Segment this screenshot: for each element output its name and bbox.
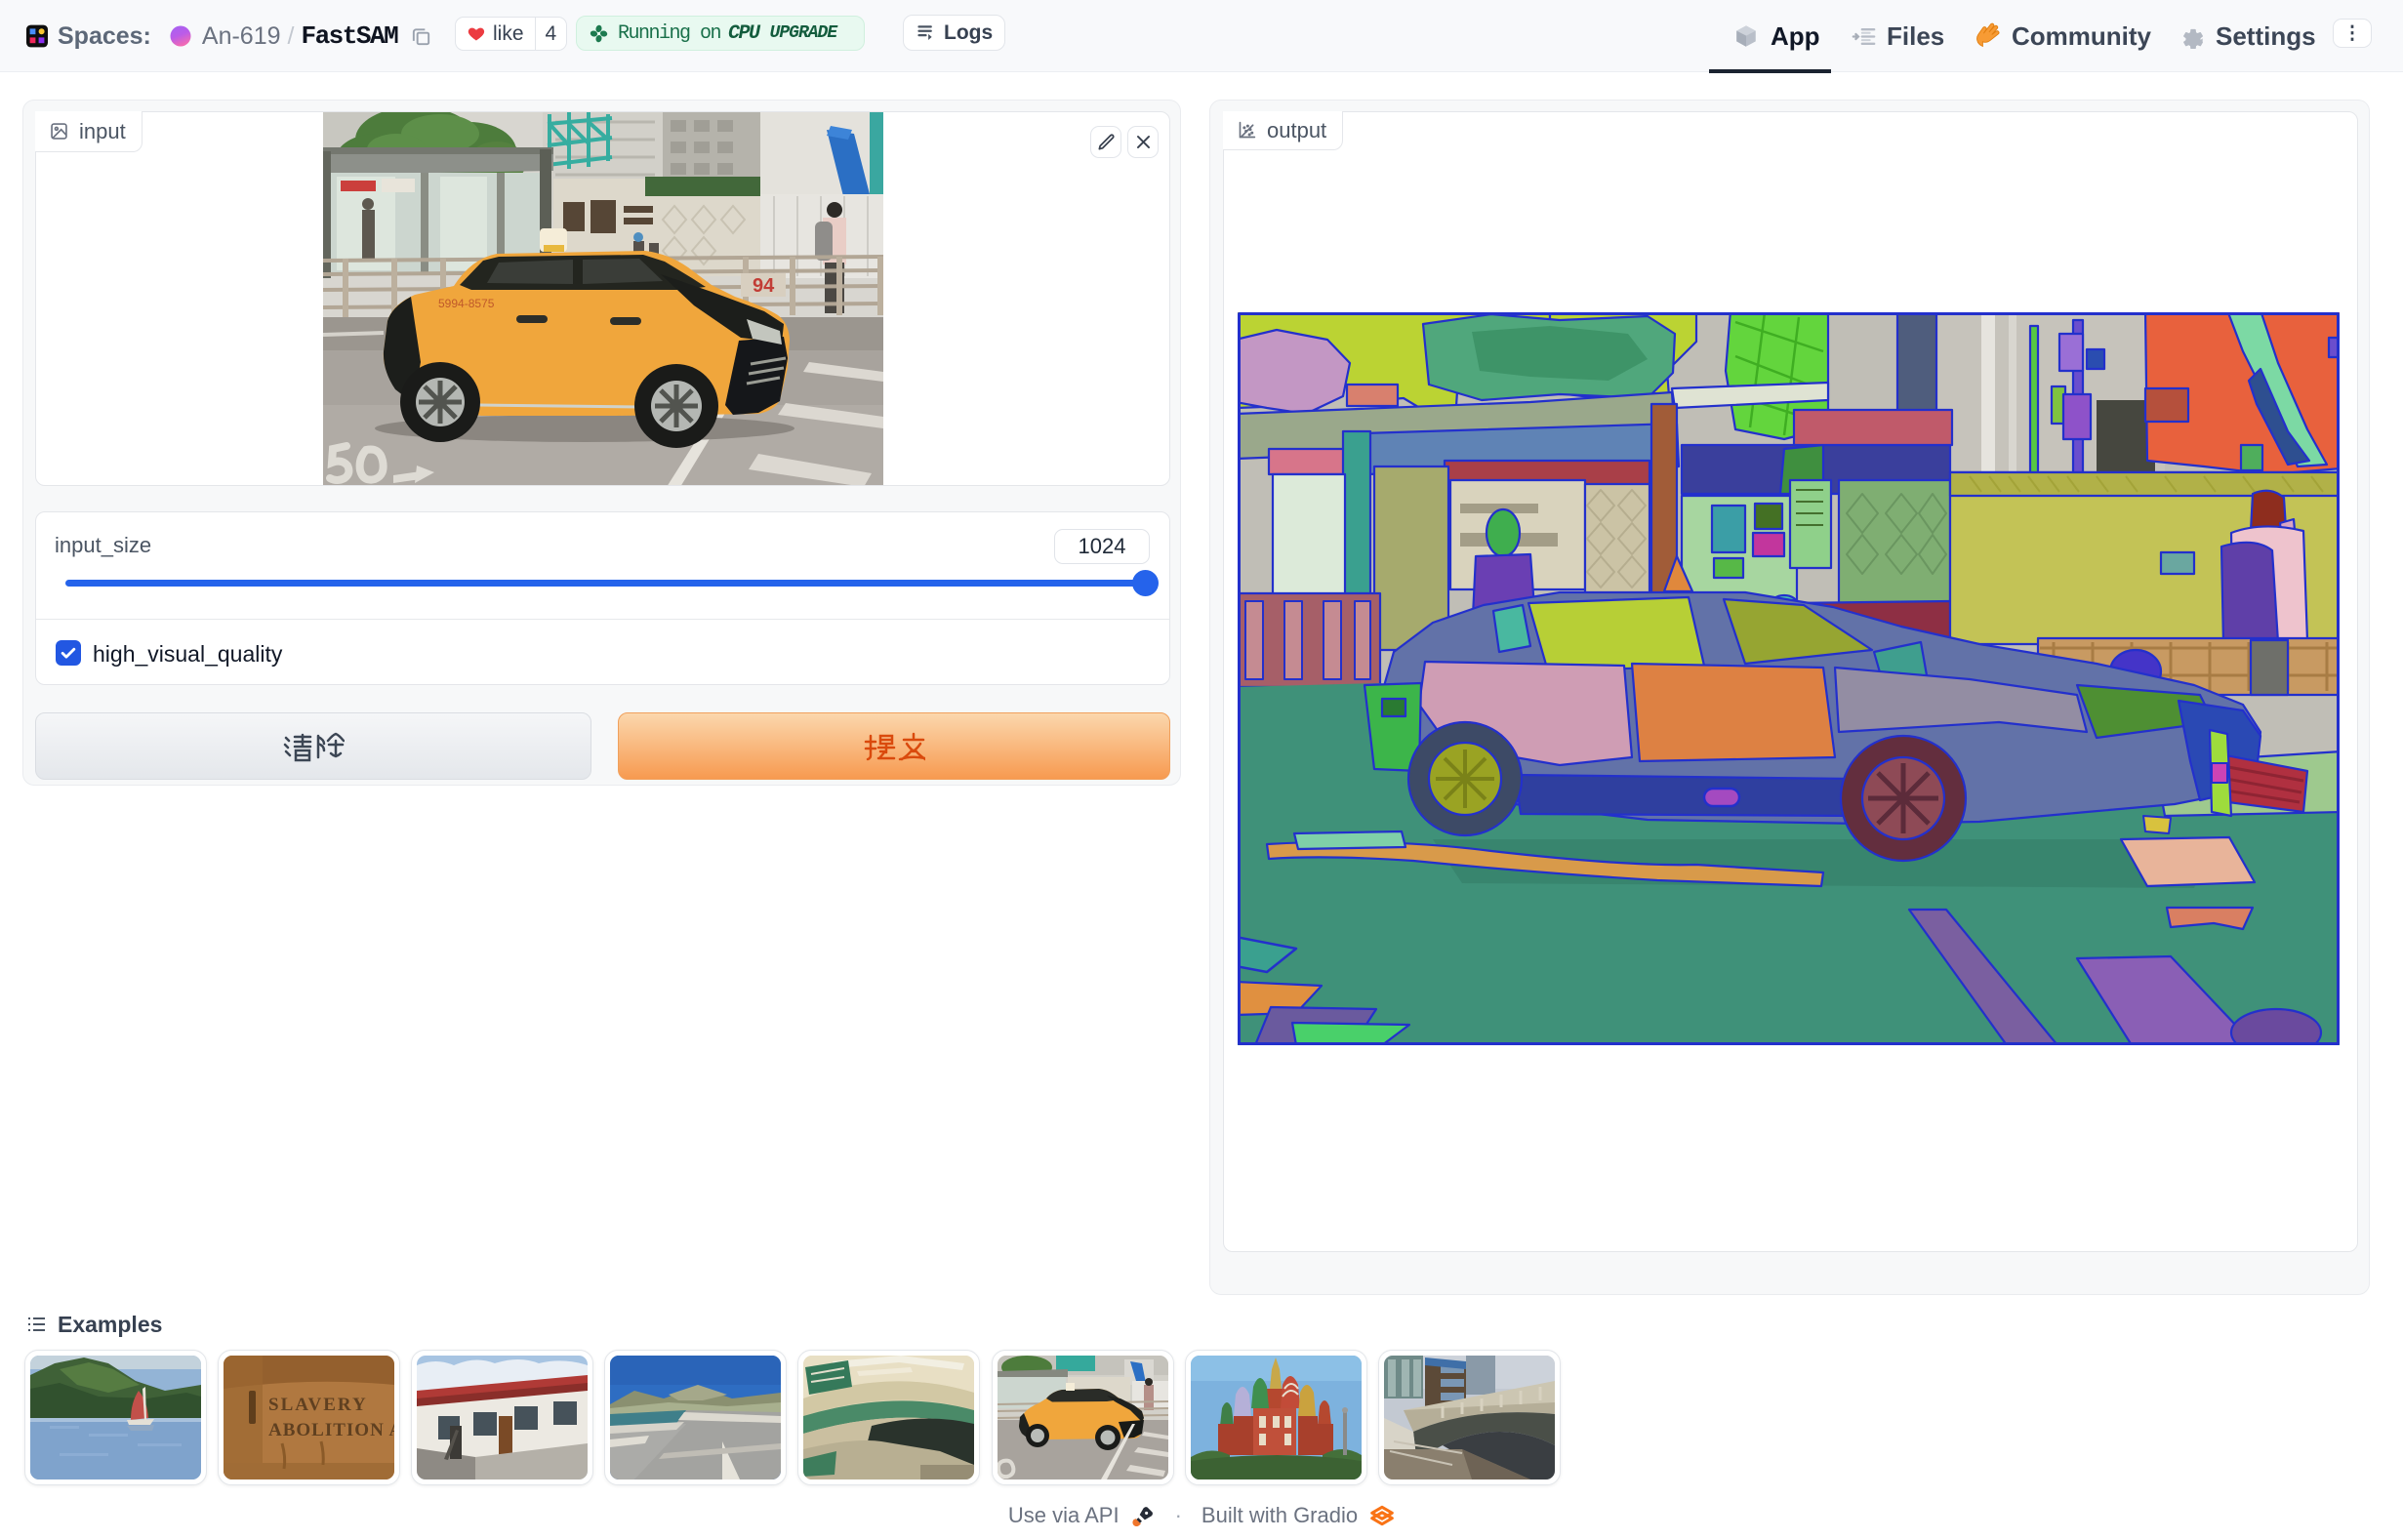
svg-text:5994-8575: 5994-8575 bbox=[438, 297, 495, 310]
svg-text:ABOLITION ACT: ABOLITION ACT bbox=[268, 1420, 394, 1440]
svg-text:SLAVERY: SLAVERY bbox=[268, 1395, 368, 1415]
svg-text:94: 94 bbox=[753, 275, 775, 297]
